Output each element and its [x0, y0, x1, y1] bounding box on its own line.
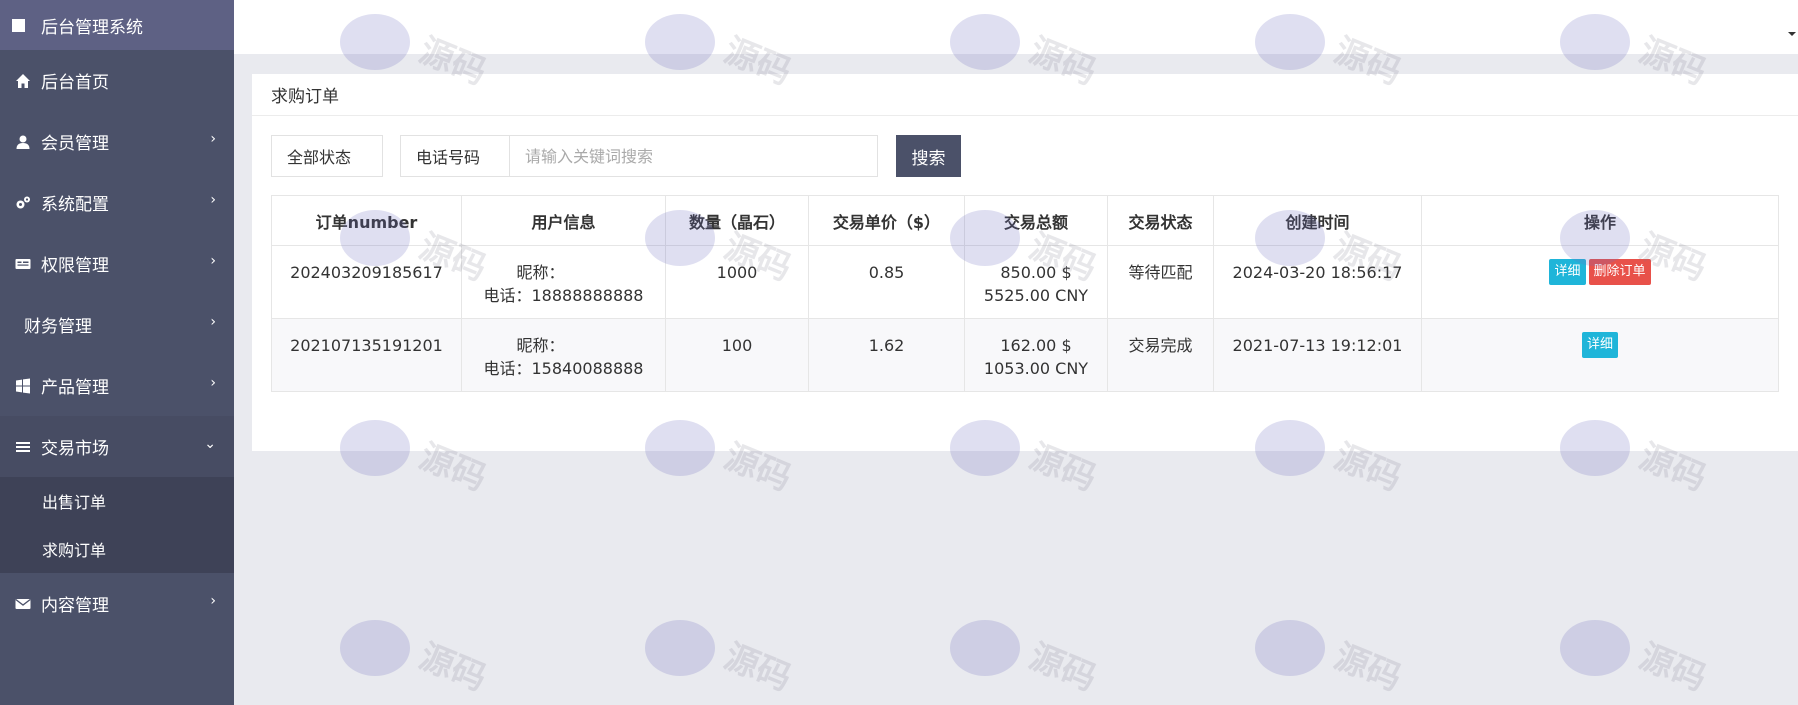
- user-nickname: 昵称：: [516, 336, 565, 355]
- unit-price: 0.85: [808, 245, 965, 319]
- bars-icon: [14, 438, 31, 455]
- user-info: 昵称： 电话：15840088888: [461, 318, 666, 392]
- user-icon: [14, 133, 31, 150]
- total-usd: 162.00 $: [1000, 336, 1072, 355]
- chevron-right-icon: ›: [210, 192, 216, 208]
- id-card-icon: [14, 255, 31, 272]
- sidebar-item-products[interactable]: 产品管理 ›: [0, 355, 234, 416]
- sidebar-item-label: 交易市场: [41, 439, 109, 459]
- watermark-logo: [1560, 620, 1630, 676]
- sidebar-item-label: 会员管理: [41, 134, 109, 154]
- actions-cell: 详细 删除订单: [1421, 245, 1779, 319]
- table-row: 202403209185617 昵称： 电话：18888888888 1000 …: [271, 245, 1779, 319]
- filter-bar: 全部状态 电话号码 搜索: [271, 135, 961, 177]
- app-brand[interactable]: 后台管理系统: [0, 0, 234, 50]
- watermark-text: 源码: [1023, 636, 1102, 700]
- envelope-icon: [14, 595, 31, 612]
- column-header: 数量（晶石）: [665, 195, 809, 246]
- total: 850.00 $ 5525.00 CNY: [964, 245, 1108, 319]
- unit-price: 1.62: [808, 318, 965, 392]
- sidebar-item-home[interactable]: 后台首页: [0, 50, 234, 111]
- chevron-right-icon: ›: [210, 314, 216, 330]
- status-select[interactable]: 全部状态: [271, 135, 383, 177]
- search-input[interactable]: [510, 135, 878, 177]
- sidebar-item-label: 内容管理: [41, 596, 109, 616]
- sidebar-item-system-config[interactable]: 系统配置 ›: [0, 172, 234, 233]
- sidebar-item-label: 产品管理: [41, 378, 109, 398]
- column-header: 订单number: [271, 195, 462, 246]
- search-button[interactable]: 搜索: [896, 135, 961, 177]
- top-bar: [234, 0, 1798, 54]
- column-header: 交易状态: [1107, 195, 1214, 246]
- column-header: 创建时间: [1213, 195, 1422, 246]
- total-cny: 5525.00 CNY: [983, 286, 1089, 305]
- sidebar-item-label: 后台首页: [41, 73, 109, 93]
- column-header: 交易总额: [964, 195, 1108, 246]
- home-icon: [14, 72, 31, 89]
- sidebar-item-finance[interactable]: 财务管理 ›: [0, 294, 234, 355]
- quantity: 100: [665, 318, 809, 392]
- delete-order-button[interactable]: 删除订单: [1588, 259, 1651, 285]
- created-time: 2024-03-20 18:56:17: [1213, 245, 1422, 319]
- dropdown-caret-icon[interactable]: [1788, 32, 1796, 36]
- watermark-text: 源码: [1328, 636, 1407, 700]
- user-phone: 电话：18888888888: [483, 286, 644, 305]
- watermark-logo: [645, 620, 715, 676]
- watermark-logo: [950, 620, 1020, 676]
- quantity: 1000: [665, 245, 809, 319]
- detail-button[interactable]: 详细: [1581, 332, 1618, 358]
- sidebar-item-members[interactable]: 会员管理 ›: [0, 111, 234, 172]
- sidebar-subitem-buy-orders[interactable]: 求购订单: [0, 525, 234, 573]
- panel-title: 求购订单: [252, 74, 1798, 116]
- column-header: 交易单价（$）: [808, 195, 965, 246]
- sidebar-item-label: 权限管理: [41, 256, 109, 276]
- orders-table: 订单number 用户信息 数量（晶石） 交易单价（$） 交易总额 交易状态 创…: [271, 195, 1779, 392]
- column-header: 用户信息: [461, 195, 666, 246]
- actions-cell: 详细: [1421, 318, 1779, 392]
- created-time: 2021-07-13 19:12:01: [1213, 318, 1422, 392]
- market-submenu: 出售订单 求购订单: [0, 477, 234, 573]
- order-status: 交易完成: [1107, 318, 1214, 392]
- column-header: 操作: [1421, 195, 1779, 246]
- total-cny: 1053.00 CNY: [983, 359, 1089, 378]
- chevron-down-icon: ⌄: [204, 436, 216, 452]
- sidebar-item-label: 财务管理: [24, 317, 92, 337]
- watermark-logo: [340, 620, 410, 676]
- chevron-right-icon: ›: [210, 131, 216, 147]
- sidebar: 后台管理系统 后台首页 会员管理 › 系统配置 › 权限管理 › 财务管理 › …: [0, 0, 234, 705]
- sidebar-item-market[interactable]: 交易市场 ⌄: [0, 416, 234, 477]
- user-phone: 电话：15840088888: [483, 359, 644, 378]
- sidebar-item-content[interactable]: 内容管理 ›: [0, 573, 234, 634]
- app-title: 后台管理系统: [41, 17, 143, 38]
- user-nickname: 昵称：: [516, 263, 565, 282]
- watermark-text: 源码: [413, 636, 492, 700]
- watermark-logo: [1255, 620, 1325, 676]
- sidebar-item-label: 系统配置: [41, 195, 109, 215]
- windows-icon: [14, 377, 31, 394]
- square-icon: [12, 18, 25, 32]
- order-number: 202403209185617: [271, 245, 462, 319]
- buy-orders-panel: 求购订单 全部状态 电话号码 搜索 订单number 用户信息 数量（晶石） 交…: [252, 74, 1798, 451]
- table-header-row: 订单number 用户信息 数量（晶石） 交易单价（$） 交易总额 交易状态 创…: [271, 195, 1779, 246]
- order-number: 202107135191201: [271, 318, 462, 392]
- sidebar-item-permissions[interactable]: 权限管理 ›: [0, 233, 234, 294]
- user-info: 昵称： 电话：18888888888: [461, 245, 666, 319]
- search-field-select[interactable]: 电话号码: [400, 135, 510, 177]
- table-row: 202107135191201 昵称： 电话：15840088888 100 1…: [271, 318, 1779, 392]
- watermark-text: 源码: [1633, 636, 1712, 700]
- chevron-right-icon: ›: [210, 253, 216, 269]
- watermark-text: 源码: [718, 636, 797, 700]
- sidebar-subitem-sell-orders[interactable]: 出售订单: [0, 477, 234, 525]
- total-usd: 850.00 $: [1000, 263, 1072, 282]
- chevron-right-icon: ›: [210, 593, 216, 609]
- gears-icon: [14, 194, 31, 211]
- order-status: 等待匹配: [1107, 245, 1214, 319]
- chevron-right-icon: ›: [210, 375, 216, 391]
- total: 162.00 $ 1053.00 CNY: [964, 318, 1108, 392]
- detail-button[interactable]: 详细: [1549, 259, 1586, 285]
